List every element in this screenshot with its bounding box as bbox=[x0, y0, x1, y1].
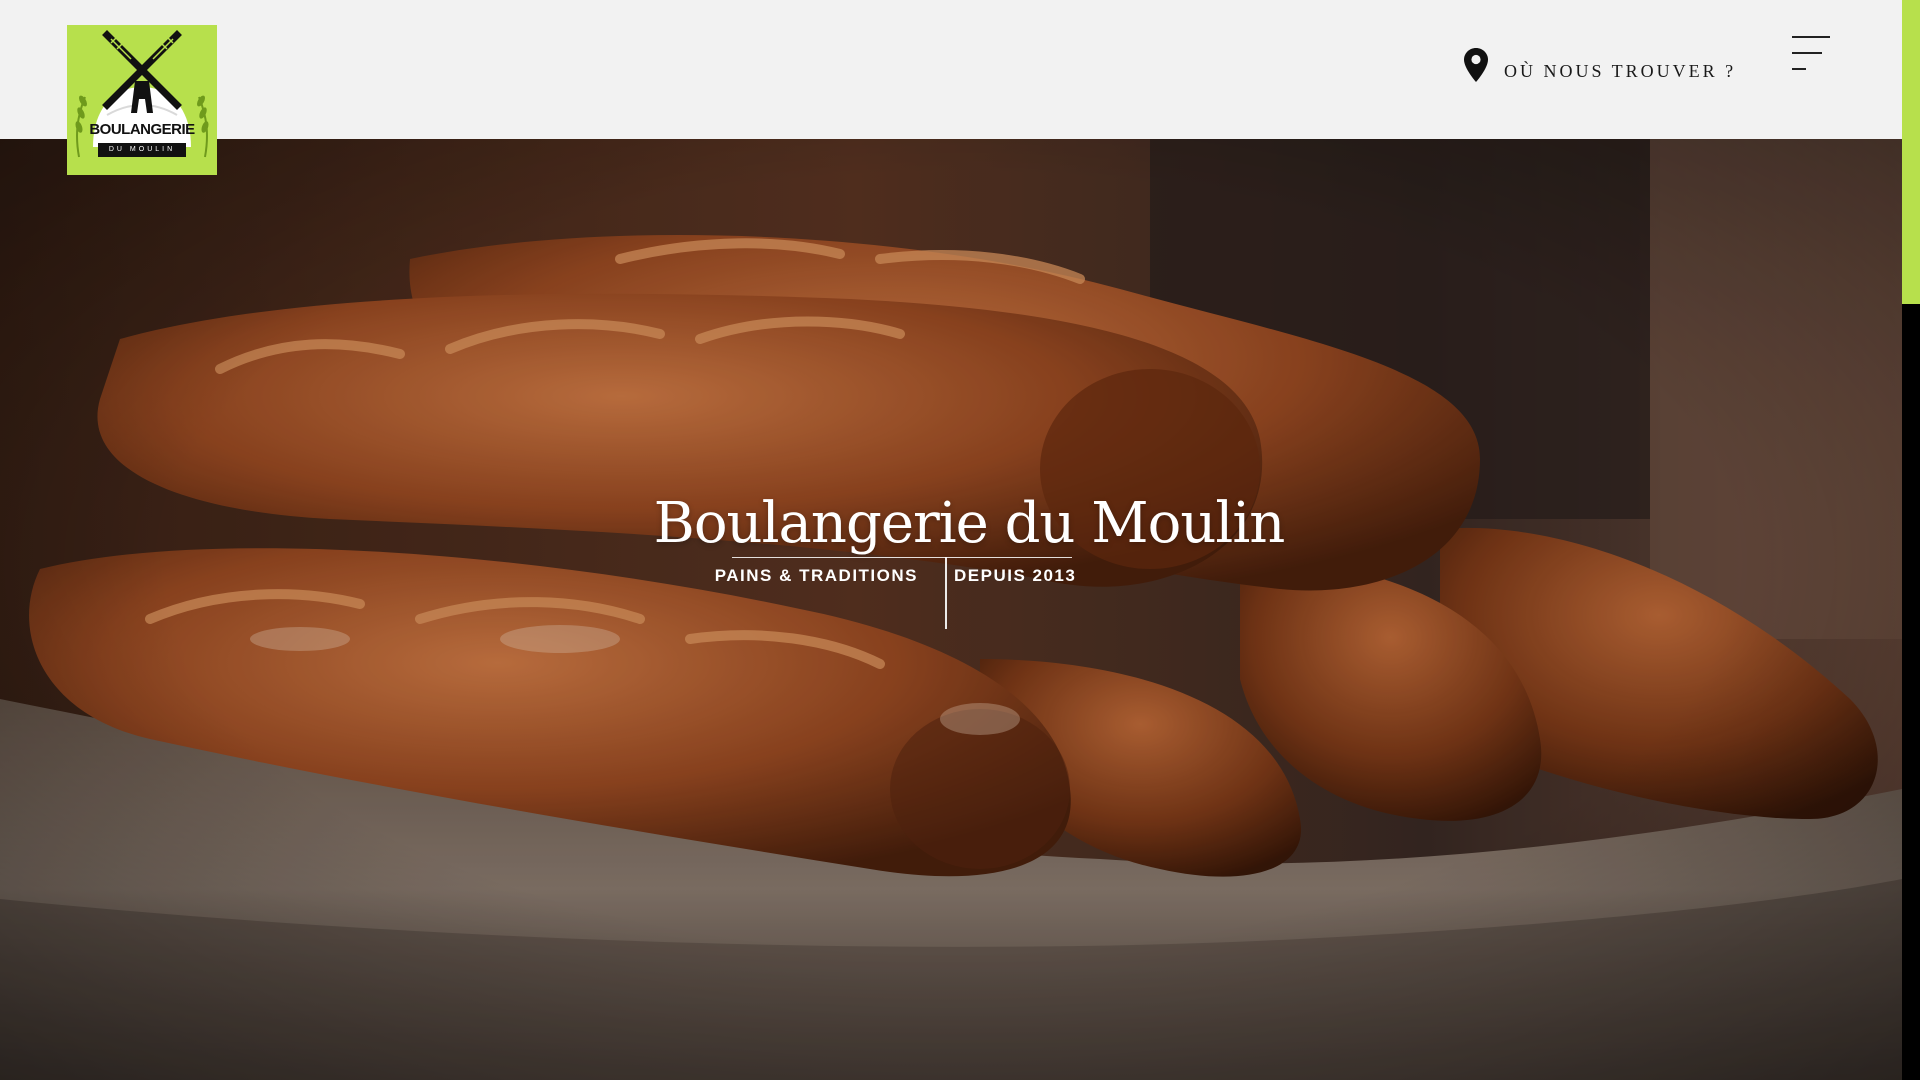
find-us-label: OÙ NOUS TROUVER ? bbox=[1504, 60, 1737, 81]
menu-line-bottom bbox=[1792, 68, 1806, 70]
page: OÙ NOUS TROUVER ? BOULANGERIE DU MOULIN … bbox=[0, 0, 1920, 1080]
menu-line-middle bbox=[1792, 52, 1822, 54]
hero-section: Boulangerie du Moulin PAINS & TRADITIONS… bbox=[0, 139, 1902, 1080]
hamburger-menu-icon bbox=[1792, 36, 1830, 38]
menu-button[interactable] bbox=[1788, 34, 1830, 74]
site-header: OÙ NOUS TROUVER ? bbox=[0, 0, 1902, 139]
hero-rule bbox=[732, 557, 1072, 558]
find-us-link[interactable]: OÙ NOUS TROUVER ? bbox=[1464, 48, 1736, 82]
hero-tagline-right: DEPUIS 2013 bbox=[954, 566, 1077, 585]
hero-divider bbox=[945, 557, 947, 629]
map-pin-icon bbox=[1464, 48, 1488, 82]
site-logo[interactable]: BOULANGERIE DU MOULIN bbox=[67, 25, 217, 175]
hero-baguettes-image bbox=[0, 139, 1902, 1080]
hero-tagline-left: PAINS & TRADITIONS bbox=[714, 566, 918, 585]
logo-subtitle: DU MOULIN bbox=[98, 143, 186, 157]
hero-heading-block: Boulangerie du Moulin bbox=[0, 489, 1902, 559]
logo-wordmark: BOULANGERIE bbox=[89, 121, 195, 138]
scrollbar-thumb[interactable] bbox=[1902, 0, 1920, 304]
scrollbar-track[interactable] bbox=[1902, 0, 1920, 1080]
hero-title: Boulangerie du Moulin bbox=[653, 491, 1286, 556]
